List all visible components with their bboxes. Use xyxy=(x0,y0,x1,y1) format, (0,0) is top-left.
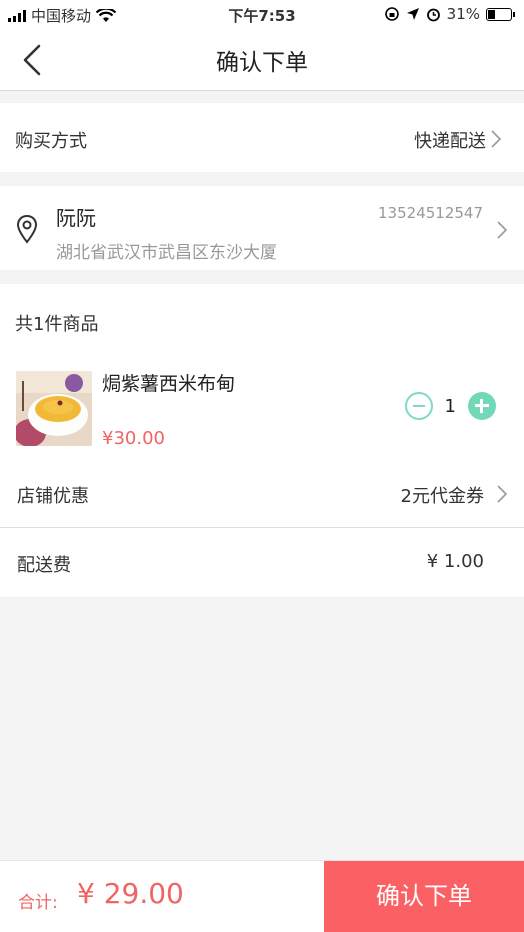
status-bar: 中国移动 下午7:53 31% xyxy=(0,0,524,30)
location-icon xyxy=(406,8,419,20)
recipient-address: 湖北省武汉市武昌区东沙大厦 xyxy=(56,243,277,263)
store-discount-label: 店铺优惠 xyxy=(17,486,89,507)
chevron-right-icon xyxy=(497,221,508,239)
purchase-method-value: 快递配送 xyxy=(414,131,486,152)
decrease-quantity-button[interactable] xyxy=(404,392,433,420)
page-title: 确认下单 xyxy=(216,50,308,76)
recipient-name: 阮阮 xyxy=(56,206,96,230)
product-price: ¥30.00 xyxy=(102,428,165,449)
battery-icon xyxy=(486,7,515,21)
submit-order-button[interactable]: 确认下单 xyxy=(324,861,524,932)
battery-percent: 31% xyxy=(446,5,480,23)
store-discount-row[interactable]: 店铺优惠 2元代金券 xyxy=(0,466,524,526)
chevron-right-icon xyxy=(497,485,508,503)
total-label: 合计: xyxy=(18,893,58,913)
bottom-bar: 合计: ¥ 29.00 确认下单 xyxy=(0,860,524,932)
chevron-right-icon xyxy=(491,130,502,148)
delivery-fee-value: ¥ 1.00 xyxy=(426,551,484,572)
alarm-icon xyxy=(426,8,440,21)
goods-count: 共1件商品 xyxy=(15,314,99,335)
quantity-stepper: 1 xyxy=(404,392,496,420)
total-value: ¥ 29.00 xyxy=(77,877,184,910)
status-right: 31% xyxy=(384,5,515,23)
nav-bar: 确认下单 xyxy=(0,30,524,91)
delivery-fee-row: 配送费 ¥ 1.00 xyxy=(0,527,524,597)
recipient-phone: 13524512547 xyxy=(378,204,483,222)
delivery-fee-label: 配送费 xyxy=(17,555,71,576)
purchase-method-label: 购买方式 xyxy=(15,131,87,152)
store-discount-value: 2元代金券 xyxy=(400,486,484,507)
increase-quantity-button[interactable] xyxy=(468,392,496,420)
orientation-lock-icon xyxy=(384,7,399,21)
quantity-value: 1 xyxy=(444,395,456,417)
location-pin-icon xyxy=(16,214,38,244)
address-row[interactable]: 阮阮 13524512547 湖北省武汉市武昌区东沙大厦 xyxy=(0,186,524,270)
purchase-method-row[interactable]: 购买方式 快递配送 xyxy=(0,103,524,172)
product-name: 焗紫薯西米布甸 xyxy=(102,373,236,395)
product-image[interactable] xyxy=(16,371,92,446)
